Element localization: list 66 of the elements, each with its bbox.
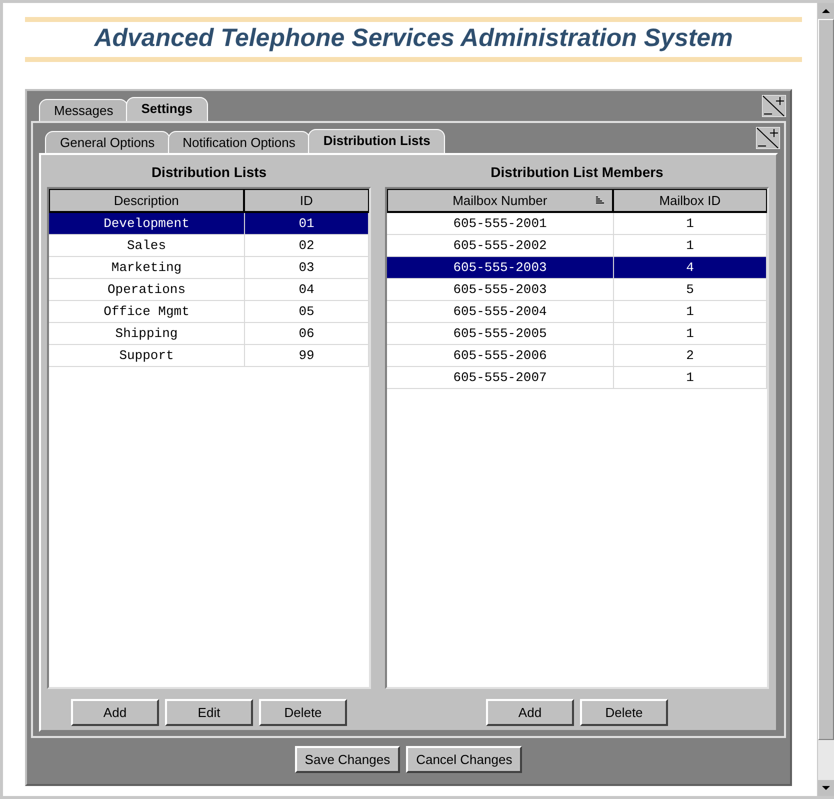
tab[interactable]: General Options xyxy=(45,131,170,153)
table-cell: 2 xyxy=(614,345,767,366)
tab[interactable]: Settings xyxy=(126,97,208,121)
table-row[interactable]: 605-555-2003 4 xyxy=(387,257,767,279)
table-row[interactable]: Sales 02 xyxy=(49,235,369,257)
sort-icon xyxy=(596,196,604,204)
expand-collapse-icon[interactable] xyxy=(756,127,780,149)
member-action-button[interactable]: Add xyxy=(486,699,574,726)
table-cell: 03 xyxy=(245,257,369,278)
table-cell: 1 xyxy=(614,235,767,256)
column-header[interactable]: Description xyxy=(50,190,245,211)
table-cell: 605-555-2005 xyxy=(387,323,614,344)
table-cell: 605-555-2007 xyxy=(387,367,614,388)
table-cell: 605-555-2001 xyxy=(387,213,614,234)
expand-collapse-icon[interactable] xyxy=(762,95,786,117)
table-row[interactable]: 605-555-2005 1 xyxy=(387,323,767,345)
table-cell: 1 xyxy=(614,301,767,322)
table-cell: Support xyxy=(49,345,245,366)
table-row[interactable]: 605-555-2001 1 xyxy=(387,213,767,235)
table-cell: Sales xyxy=(49,235,245,256)
column-header[interactable]: Mailbox Number xyxy=(388,190,614,211)
table-row[interactable]: Support 99 xyxy=(49,345,369,367)
list-action-button[interactable]: Delete xyxy=(259,699,347,726)
section-heading: Distribution List Members xyxy=(490,163,664,182)
list-action-button[interactable]: Add xyxy=(71,699,159,726)
table-cell: 01 xyxy=(245,213,369,234)
table-cell: 1 xyxy=(614,367,767,388)
table-cell: 05 xyxy=(245,301,369,322)
column-header[interactable]: Mailbox ID xyxy=(614,190,766,211)
footer-button[interactable]: Cancel Changes xyxy=(406,746,522,773)
table-cell: 99 xyxy=(245,345,369,366)
table-cell: 605-555-2006 xyxy=(387,345,614,366)
table-row[interactable]: Shipping 06 xyxy=(49,323,369,345)
table-cell: Development xyxy=(49,213,245,234)
tab[interactable]: Messages xyxy=(39,99,128,121)
column-header[interactable]: ID xyxy=(244,190,368,211)
tab[interactable]: Notification Options xyxy=(168,131,310,153)
table-row[interactable]: 605-555-2007 1 xyxy=(387,367,767,389)
table-cell: 4 xyxy=(614,257,767,278)
table-cell: 605-555-2003 xyxy=(387,257,614,278)
footer-button[interactable]: Save Changes xyxy=(294,746,400,773)
member-action-button[interactable]: Delete xyxy=(580,699,668,726)
table-cell: Shipping xyxy=(49,323,245,344)
table-row[interactable]: 605-555-2006 2 xyxy=(387,345,767,367)
table-cell: Marketing xyxy=(49,257,245,278)
table-cell: 605-555-2003 xyxy=(387,279,614,300)
list-action-button[interactable]: Edit xyxy=(165,699,253,726)
table-cell: 1 xyxy=(614,323,767,344)
table-cell: Office Mgmt xyxy=(49,301,245,322)
table-cell: 02 xyxy=(245,235,369,256)
app-title: Advanced Telephone Services Administration System xyxy=(94,24,733,53)
table-row[interactable]: Office Mgmt 05 xyxy=(49,301,369,323)
table-cell: 1 xyxy=(614,213,767,234)
tab[interactable]: Distribution Lists xyxy=(308,129,446,153)
table-row[interactable]: Marketing 03 xyxy=(49,257,369,279)
table-row[interactable]: Development 01 xyxy=(49,213,369,235)
table-cell: Operations xyxy=(49,279,245,300)
table-row[interactable]: Operations 04 xyxy=(49,279,369,301)
section-heading: Distribution Lists xyxy=(150,163,268,182)
table-row[interactable]: 605-555-2004 1 xyxy=(387,301,767,323)
table-cell: 605-555-2002 xyxy=(387,235,614,256)
table-cell: 04 xyxy=(245,279,369,300)
table-row[interactable]: 605-555-2003 5 xyxy=(387,279,767,301)
table-cell: 605-555-2004 xyxy=(387,301,614,322)
table-cell: 5 xyxy=(614,279,767,300)
table-cell: 06 xyxy=(245,323,369,344)
